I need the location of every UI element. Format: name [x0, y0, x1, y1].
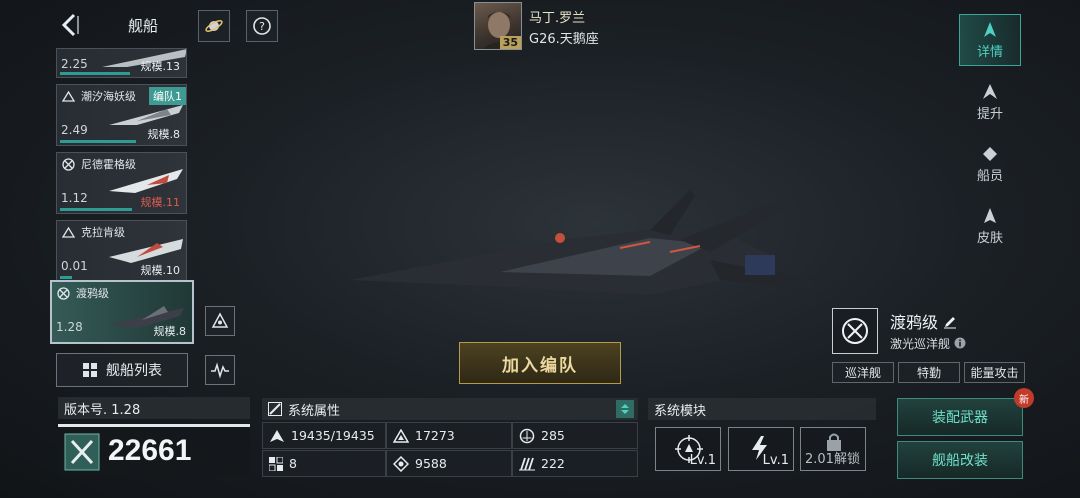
version-label: 版本号. 1.28	[58, 397, 250, 419]
tab-details-label: 详情	[976, 44, 1003, 60]
ship-filter-button[interactable]	[205, 306, 235, 336]
module-targeting[interactable]: Lv.1	[655, 427, 721, 471]
ship-card[interactable]: 2.25 规模.13	[56, 48, 187, 78]
captain-location: G26.天鹅座	[529, 32, 599, 47]
tab-upgrade-label: 提升	[976, 106, 1003, 122]
ship-model-image	[350, 190, 820, 295]
attribute-armor: 17273	[386, 422, 512, 449]
ship-detail-icon	[984, 21, 996, 37]
tab-crew-label: 船员	[976, 168, 1003, 184]
wave-icon	[62, 226, 75, 238]
ship-name: 渡鸦级	[76, 287, 109, 300]
planet-button[interactable]	[198, 10, 230, 42]
ship-card[interactable]: 潮汐海妖级 编队1 2.49 规模.8	[56, 84, 187, 146]
module-level: Lv.1	[689, 453, 716, 468]
help-button[interactable]: ?	[246, 10, 278, 42]
page-title: 舰船	[128, 17, 159, 35]
module-locked[interactable]: 2.01解锁	[800, 427, 866, 471]
speed-icon	[519, 457, 535, 470]
module-level: Lv.1	[762, 453, 789, 468]
attribute-energy: 9588	[386, 450, 512, 477]
captain-level: 35	[499, 36, 521, 49]
ship-progress-bar	[60, 276, 72, 279]
tab-skin-label: 皮肤	[976, 230, 1003, 246]
modules-header: 系统模块	[648, 398, 876, 420]
expand-toggle-icon[interactable]	[616, 400, 634, 418]
ship-thumbnail-icon	[109, 105, 183, 125]
pulse-icon	[211, 362, 229, 379]
upgrade-icon	[983, 83, 997, 99]
ship-scale: 规模.8	[153, 325, 187, 338]
attributes-header: 系统属性	[262, 398, 638, 420]
ship-list-button[interactable]: 舰船列表	[56, 353, 188, 387]
hull-icon	[270, 429, 284, 442]
ship-value: 1.28	[56, 320, 83, 334]
crosshair-icon	[842, 318, 868, 344]
attributes-icon	[268, 402, 282, 416]
ship-tag: 能量攻击	[964, 362, 1025, 383]
wave-icon	[62, 90, 75, 102]
tab-skin[interactable]: 皮肤	[959, 200, 1021, 252]
ship-value: 2.25	[61, 57, 88, 71]
captain-name: 马丁.罗兰	[529, 11, 586, 26]
info-icon[interactable]	[954, 337, 966, 349]
planet-icon	[205, 20, 223, 32]
ship-thumbnail-icon	[109, 169, 183, 193]
module-lightning[interactable]: Lv.1	[728, 427, 794, 471]
ship-class-icon-box	[832, 308, 878, 354]
ship-scale: 规模.8	[147, 128, 181, 141]
ship-progress-bar	[60, 140, 136, 143]
svg-text:?: ?	[259, 20, 265, 33]
ship-class-name: 渡鸦级	[890, 309, 957, 333]
armor-icon	[393, 428, 409, 443]
crossed-swords-icon	[64, 433, 100, 471]
ship-card[interactable]: 克拉肯级 0.01 规模.10	[56, 220, 187, 282]
ship-card-selected[interactable]: 渡鸦级 1.28 规模.8	[50, 280, 194, 344]
ship-progress-bar	[60, 208, 132, 211]
ship-subtype: 激光巡洋舰	[890, 335, 966, 352]
ship-scale: 规模.11	[140, 196, 181, 209]
edit-icon[interactable]	[943, 315, 957, 329]
crew-icon	[983, 146, 997, 161]
ship-thumbnail-icon	[109, 239, 183, 263]
attribute-grid: 8	[262, 450, 386, 477]
energy-icon	[393, 455, 409, 472]
ship-card[interactable]: 尼德霍格级 1.12 规模.11	[56, 152, 187, 214]
modify-ship-button[interactable]: 舰船改装	[897, 441, 1023, 479]
module-unlock-text: 2.01解锁	[805, 452, 860, 467]
grid-list-icon	[83, 363, 97, 377]
ship-tag: 巡洋舰	[832, 362, 894, 383]
ship-progress-bar	[60, 72, 130, 75]
crosshair-icon	[57, 287, 70, 300]
ship-value: 1.12	[61, 191, 88, 205]
filter-triangle-icon	[211, 312, 229, 328]
help-icon: ?	[253, 17, 271, 35]
crosshair-icon	[62, 158, 75, 171]
grid-icon	[269, 456, 283, 471]
tab-upgrade[interactable]: 提升	[959, 76, 1021, 128]
attribute-speed: 222	[512, 450, 638, 477]
ship-scale: 规模.10	[140, 264, 181, 277]
shield-icon	[519, 428, 535, 443]
join-fleet-button[interactable]: 加入编队	[459, 342, 621, 384]
tab-details[interactable]: 详情	[959, 14, 1021, 66]
captain-avatar[interactable]: 35	[474, 2, 522, 50]
ship-tag: 特勤	[898, 362, 960, 383]
ship-stats-button[interactable]	[205, 355, 235, 385]
equip-weapons-button[interactable]: 装配武器	[897, 398, 1023, 436]
ship-value: 0.01	[61, 259, 88, 273]
tab-crew[interactable]: 船员	[959, 138, 1021, 190]
ship-list-label: 舰船列表	[106, 363, 162, 379]
new-badge: 新	[1014, 388, 1034, 408]
ship-value: 2.49	[61, 123, 88, 137]
ship-scale: 规模.13	[140, 60, 181, 73]
attribute-shield: 285	[512, 422, 638, 449]
combat-power-value: 22661	[108, 434, 192, 467]
back-arrow-icon	[61, 13, 79, 37]
back-button[interactable]	[58, 10, 84, 40]
skin-icon	[984, 207, 996, 223]
attribute-hull: 19435/19435	[262, 422, 386, 449]
